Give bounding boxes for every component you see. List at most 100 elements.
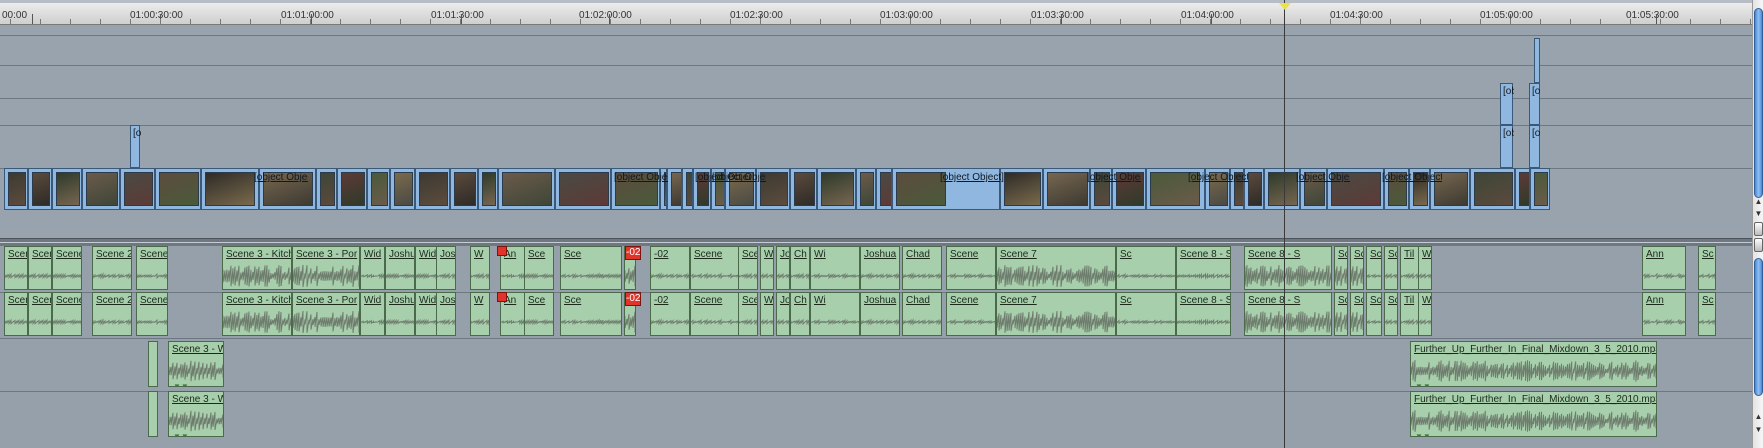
audio-clip[interactable]: Til▼▼ <box>1400 246 1420 290</box>
audio-clip[interactable]: Scene 5 ▼▼ <box>738 246 758 290</box>
video-clip[interactable] <box>82 168 120 210</box>
offline-clip[interactable]: -02 <box>625 246 641 260</box>
audio-clip[interactable] <box>148 391 158 437</box>
audio-clip[interactable]: Sc ▼▼ <box>1366 292 1382 336</box>
audio-clip[interactable]: Sc ▼▼ <box>1384 246 1398 290</box>
offline-clip[interactable] <box>497 292 507 302</box>
video-clip[interactable] <box>155 168 201 210</box>
audio-clip[interactable]: Chad ▼▼ <box>902 292 942 336</box>
audio-clip[interactable]: Scene 8 - M ▼▼ <box>1334 292 1348 336</box>
audio-clip[interactable]: Further_Up_Further_In_Final_Mixdown_3_5_… <box>1410 341 1657 387</box>
scroll-up-arrow-icon[interactable]: ▲ <box>1754 412 1763 422</box>
audio-clip[interactable]: Scene 3 - W ▼▼ <box>168 391 224 437</box>
audio-clip[interactable]: Til▼▼ <box>1400 292 1420 336</box>
video-clip[interactable] <box>1530 168 1550 210</box>
timeline-tracks[interactable]: [object Object] [object Object] [object Ob… <box>0 25 1752 448</box>
audio-clip[interactable]: Scene 8 - S ▼▼ <box>1244 246 1332 290</box>
audio-clip[interactable]: Further_Up_Further_In_Final_Mixdown_3_5_… <box>1410 391 1657 437</box>
video-clip-upper[interactable]: [object Object] <box>1529 83 1541 125</box>
video-clip-upper[interactable]: [object Object] <box>1529 125 1541 168</box>
video-clip[interactable] <box>1000 168 1043 210</box>
audio-clip[interactable]: Josh ▼▼ <box>436 246 456 290</box>
video-clip[interactable] <box>337 168 367 210</box>
audio-clip[interactable]: Scene 8 - M ▼▼ <box>1334 246 1348 290</box>
audio-clip[interactable]: Scene ▼▼ <box>690 292 742 336</box>
audio-clip[interactable]: Scene ▼▼ <box>52 246 82 290</box>
video-clip[interactable] <box>1043 168 1090 210</box>
audio-clip[interactable]: Scen ▼▼ <box>28 292 52 336</box>
video-clip[interactable] <box>667 168 682 210</box>
audio-clip[interactable]: Scene 7 ▼▼ <box>996 292 1116 336</box>
audio-clip[interactable]: Wi ▼▼ <box>810 246 860 290</box>
audio-clip[interactable]: Scene 8 - S ▼▼ <box>1244 292 1332 336</box>
audio-clip[interactable]: Sc ▼▼ <box>1366 246 1382 290</box>
video-clip[interactable] <box>478 168 498 210</box>
video-clip[interactable] <box>817 168 856 210</box>
audio-clip[interactable]: Scene 8 - Stabilizer 3 ▼▼ <box>1176 246 1231 290</box>
audio-clip[interactable]: Scene ▼▼ <box>4 246 28 290</box>
audio-clip[interactable]: Jo ▼▼ <box>776 246 790 290</box>
video-clip[interactable] <box>790 168 817 210</box>
audio-clip[interactable]: W ▼▼ <box>470 246 490 290</box>
audio-clip[interactable]: W ▼▼ <box>470 292 490 336</box>
audio-clip[interactable]: Sc ▼▼ <box>1116 292 1176 336</box>
audio-clip[interactable]: Joshua ▼▼ <box>860 246 900 290</box>
audio-clip[interactable]: Sce ▼▼ <box>524 246 554 290</box>
audio-clip[interactable]: Scene 2 - ▼▼ <box>92 246 132 290</box>
audio-clip[interactable]: Ann ▼▼ <box>1642 246 1686 290</box>
zoom-control-icon[interactable] <box>1754 222 1763 236</box>
video-clip[interactable] <box>498 168 555 210</box>
audio-clip[interactable]: Scene 3 - Kitch ▼▼ <box>222 292 292 336</box>
video-clip[interactable] <box>316 168 337 210</box>
audio-clip[interactable]: Scen ▼▼ <box>28 246 52 290</box>
audio-clip[interactable]: -02 ▼▼ <box>650 246 690 290</box>
audio-clip[interactable]: Wid ▼▼ <box>360 246 385 290</box>
audio-clip[interactable]: Scene ▼▼ <box>136 246 168 290</box>
audio-clip[interactable]: Scene 8 - Marge C ▼▼ <box>1350 246 1364 290</box>
audio-clip[interactable]: Sce ▼▼ <box>560 246 622 290</box>
video-clip[interactable] <box>1470 168 1515 210</box>
video-clip-upper[interactable]: [object Object] <box>1500 83 1514 125</box>
audio-clip[interactable]: Sc ▼▼ <box>1698 292 1716 336</box>
video-clip-upper[interactable]: [object Object] <box>1500 125 1514 168</box>
video-clip[interactable] <box>390 168 415 210</box>
video-clip[interactable] <box>856 168 876 210</box>
audio-clip[interactable]: Sce ▼▼ <box>524 292 554 336</box>
audio-clip[interactable]: W ▼▼ <box>1418 292 1432 336</box>
video-clip[interactable] <box>450 168 478 210</box>
audio-clip[interactable]: Ann ▼▼ <box>1642 292 1686 336</box>
audio-clip[interactable]: Wid ▼▼ <box>360 292 385 336</box>
audio-clip[interactable]: Sc ▼▼ <box>1116 246 1176 290</box>
scroll-down-arrow-icon[interactable]: ▼ <box>1754 209 1763 219</box>
audio-clip[interactable]: Wi ▼▼ <box>810 292 860 336</box>
audio-clip[interactable]: Scene 3 - Kitch ▼▼ <box>222 246 292 290</box>
video-clip[interactable] <box>1515 168 1530 210</box>
audio-clip[interactable]: Wid ▼▼ <box>760 246 774 290</box>
audio-clip[interactable]: Joshua ▼▼ <box>860 292 900 336</box>
vertical-scrollbar[interactable]: ▲ ▼ ▲ ▼ <box>1752 0 1763 448</box>
audio-clip[interactable]: -02 ▼▼ <box>650 292 690 336</box>
video-clip-upper[interactable]: [object Object] <box>130 125 141 168</box>
video-clip[interactable] <box>555 168 611 210</box>
audio-clip[interactable]: Scene ▼▼ <box>690 246 742 290</box>
audio-clip[interactable]: Joshua ▼▼ <box>385 246 415 290</box>
video-clip[interactable] <box>4 168 28 210</box>
audio-clip[interactable]: Scene 5 ▼▼ <box>738 292 758 336</box>
video-clip[interactable] <box>367 168 390 210</box>
audio-clip[interactable]: Ch ▼▼ <box>790 292 810 336</box>
audio-clip[interactable]: W ▼▼ <box>1418 246 1432 290</box>
video-clip[interactable] <box>120 168 155 210</box>
audio-clip[interactable]: Scene ▼▼ <box>136 292 168 336</box>
audio-clip[interactable]: Josh ▼▼ <box>436 292 456 336</box>
video-tracks[interactable]: [object Object] [object Object] [object Ob… <box>0 25 1752 240</box>
audio-clip[interactable]: Scene ▼▼ <box>946 292 996 336</box>
video-clip-upper[interactable] <box>1534 38 1540 83</box>
playhead-marker[interactable] <box>1279 3 1291 10</box>
audio-clip[interactable]: Scene 3 - Por ▼▼ <box>292 246 360 290</box>
audio-clip[interactable]: Sc ▼▼ <box>1384 292 1398 336</box>
video-clip[interactable] <box>201 168 259 210</box>
video-clip[interactable] <box>1264 168 1300 210</box>
audio-clip[interactable]: Scene ▼▼ <box>52 292 82 336</box>
audio-clip[interactable]: Ch ▼▼ <box>790 246 810 290</box>
video-clip[interactable] <box>52 168 82 210</box>
